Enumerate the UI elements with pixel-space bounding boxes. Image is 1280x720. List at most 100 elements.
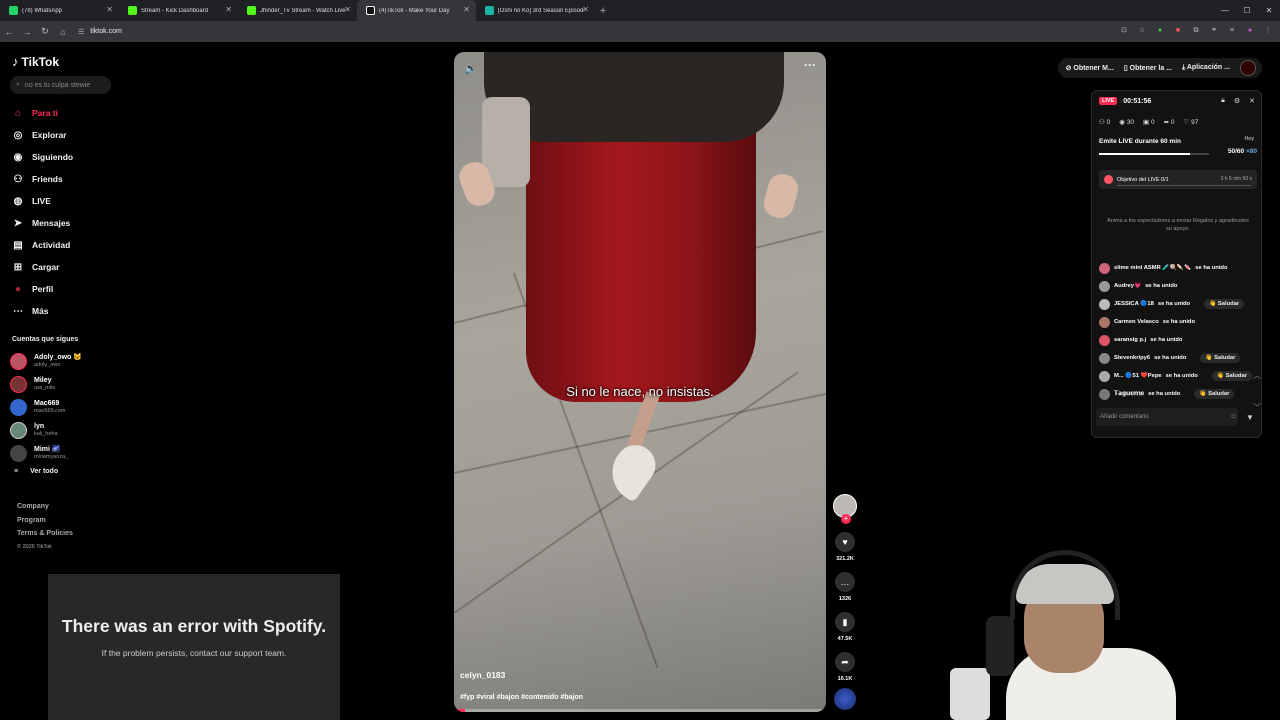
comment-input[interactable]: Añadir comentario bbox=[1096, 408, 1238, 426]
like-button[interactable]: ♥ 321.2K bbox=[833, 532, 857, 562]
close-icon[interactable]: ✕ bbox=[463, 5, 470, 14]
sidebar-item-mas[interactable]: ⋯ Más bbox=[10, 300, 120, 322]
account-item[interactable]: lyn kali_heha bbox=[10, 419, 82, 442]
footer-link-program[interactable]: Program bbox=[17, 514, 73, 528]
shield-extension-icon[interactable]: ● bbox=[1154, 25, 1166, 37]
creator-avatar[interactable]: + bbox=[833, 494, 857, 524]
logo-text: TikTok bbox=[21, 54, 60, 69]
profile-avatar-icon[interactable]: ● bbox=[1244, 25, 1256, 37]
url-field[interactable]: ☰ tiktok.com bbox=[78, 28, 122, 36]
tab-jhinder-stream[interactable]: Jhinder_Tv Stream - Watch Live ✕ bbox=[238, 0, 357, 21]
close-icon[interactable]: ✕ bbox=[1249, 97, 1255, 105]
goal-progress-text: 50/60 bbox=[1227, 148, 1245, 155]
scroll-down-icon[interactable]: ﹀ bbox=[1253, 392, 1261, 424]
scroll-up-icon[interactable]: ︿ bbox=[1253, 360, 1261, 392]
live-timer: 00:51:56 bbox=[1123, 97, 1152, 105]
account-item[interactable]: Mac669 mac669.com bbox=[10, 396, 82, 419]
share-button[interactable]: ➦ 16.1K bbox=[833, 652, 857, 682]
install-icon[interactable]: ⊡ bbox=[1118, 25, 1130, 37]
user-avatar[interactable] bbox=[1240, 60, 1256, 76]
share-count: 16.1K bbox=[837, 676, 853, 682]
home-icon: ⌂ bbox=[14, 107, 22, 119]
minimize-icon[interactable]: — bbox=[1214, 0, 1236, 21]
reload-icon[interactable]: ↻ bbox=[36, 26, 54, 37]
more-options-icon[interactable]: ··· bbox=[804, 58, 816, 72]
record-extension-icon[interactable]: ■ bbox=[1172, 25, 1184, 37]
account-item[interactable]: Miley uwi_mile bbox=[10, 373, 82, 396]
account-handle: uwi_mile bbox=[34, 385, 56, 391]
close-icon[interactable]: ✕ bbox=[582, 5, 589, 14]
close-icon[interactable]: ✕ bbox=[344, 5, 351, 14]
close-icon[interactable]: ✕ bbox=[106, 5, 113, 14]
mic-stand bbox=[950, 668, 990, 720]
search-icon: ⌕ bbox=[16, 81, 20, 88]
sidebar-item-mensajes[interactable]: ➤ Mensajes bbox=[10, 212, 120, 234]
video-hashtags[interactable]: #fyp #viral #bajon #contenido #bajon bbox=[460, 694, 583, 701]
url-text: tiktok.com bbox=[90, 28, 122, 35]
greet-button[interactable]: 👋 Saludar bbox=[1200, 353, 1241, 363]
save-button[interactable]: ▮ 47.5K bbox=[833, 612, 857, 642]
join-name: Audrey💗 bbox=[1114, 283, 1142, 289]
footer-link-terms[interactable]: Terms & Policies bbox=[17, 527, 73, 541]
sidebar-item-label: Actividad bbox=[32, 240, 71, 250]
video-player[interactable]: Si no le nace, no insistas. 🔈 ··· celyn_… bbox=[454, 52, 826, 712]
tab-kick-dashboard[interactable]: Stream - Kick Dashboard ✕ bbox=[119, 0, 238, 21]
search-input[interactable]: ⌕ no es tu culpa stewie bbox=[10, 76, 111, 94]
avatar bbox=[1099, 388, 1110, 400]
new-tab-button[interactable]: + bbox=[595, 5, 611, 17]
whatsapp-icon bbox=[9, 6, 18, 15]
avatar bbox=[10, 422, 27, 439]
forward-icon[interactable]: → bbox=[18, 27, 36, 37]
sidebar-item-explorar[interactable]: ◎ Explorar bbox=[10, 124, 120, 146]
follow-plus-icon[interactable]: + bbox=[841, 514, 851, 524]
sidebar-item-siguiendo[interactable]: ◉ Siguiendo bbox=[10, 146, 120, 168]
sidebar-item-para-ti[interactable]: ⌂ Para ti bbox=[10, 102, 120, 124]
see-all-button[interactable]: ≡ Ver todo bbox=[14, 468, 58, 475]
sidebar-item-friends[interactable]: ⚇ Friends bbox=[10, 168, 120, 190]
greet-button[interactable]: 👋 Saludar bbox=[1211, 371, 1252, 381]
video-actions: + ♥ 321.2K … 1326 ▮ 47.5K ➦ 16.1K bbox=[833, 494, 857, 710]
join-name: Stevenkripy6 bbox=[1114, 355, 1151, 361]
comment-button[interactable]: … 1326 bbox=[833, 572, 857, 602]
get-app-button[interactable]: ▯ Obtener la ... bbox=[1124, 64, 1172, 72]
maximize-icon[interactable]: ☐ bbox=[1236, 0, 1258, 21]
get-coins-button[interactable]: ⊘ Obtener M... bbox=[1066, 64, 1114, 72]
sidebar-item-perfil[interactable]: ● Perfil bbox=[10, 278, 120, 300]
streaming-site-icon bbox=[485, 6, 494, 15]
bookmark-star-icon[interactable]: ☆ bbox=[1136, 25, 1148, 37]
tab-tiktok[interactable]: (4)TikTok - Make Your Day ✕ bbox=[357, 0, 476, 21]
sidebar-item-live[interactable]: ◍ LIVE bbox=[10, 190, 120, 212]
video-progress-bar[interactable] bbox=[454, 709, 826, 712]
music-disc-icon[interactable] bbox=[834, 688, 856, 710]
video-author[interactable]: celyn_0183 bbox=[460, 670, 505, 680]
sidebar-item-cargar[interactable]: ⊞ Cargar bbox=[10, 256, 120, 278]
link-icon[interactable]: ⚭ bbox=[1208, 25, 1220, 37]
close-window-icon[interactable]: ✕ bbox=[1258, 0, 1280, 21]
account-item[interactable]: Adoly_owo 🐱 adoly_owo bbox=[10, 350, 82, 373]
kick-icon bbox=[128, 6, 137, 15]
back-icon[interactable]: ← bbox=[0, 27, 18, 37]
volume-icon[interactable]: 🔈 bbox=[464, 62, 478, 75]
kebab-menu-icon[interactable]: ⋮ bbox=[1262, 25, 1274, 37]
tab-oshi-no-ko[interactable]: [Oshi no Ko] 3rd Season Episode ✕ bbox=[476, 0, 595, 21]
desktop-app-button[interactable]: ⤓ Aplicación ... bbox=[1182, 64, 1230, 72]
greet-button[interactable]: 👋 Saludar bbox=[1194, 389, 1235, 399]
account-name: Mimi 🌌 bbox=[34, 446, 61, 453]
home-icon[interactable]: ⌂ bbox=[54, 27, 72, 37]
sidebar-item-actividad[interactable]: ▤ Actividad bbox=[10, 234, 120, 256]
menu-extension-icon[interactable]: ≡ bbox=[1226, 25, 1238, 37]
join-name: 𝕋𝕒𝕘𝕦𝕖𝕞𝕖 bbox=[1114, 391, 1145, 397]
settings-icon[interactable]: ⚙︎ bbox=[1234, 97, 1240, 105]
site-settings-icon[interactable]: ☰ bbox=[78, 28, 84, 36]
puzzle-icon[interactable]: ⧉ bbox=[1190, 25, 1202, 37]
tiktok-logo[interactable]: ♪ TikTok bbox=[12, 54, 59, 69]
emoji-icon[interactable]: ☺ bbox=[1230, 413, 1237, 420]
close-icon[interactable]: ✕ bbox=[225, 5, 232, 14]
footer-link-company[interactable]: Company bbox=[17, 500, 73, 514]
greet-button[interactable]: 👋 Saludar bbox=[1204, 299, 1245, 309]
account-item[interactable]: Mimi 🌌 miriamyanza_ bbox=[10, 442, 82, 465]
tab-whatsapp[interactable]: (78) WhatsApp ✕ bbox=[0, 0, 119, 21]
lock-icon[interactable]: 🔒︎ bbox=[1221, 97, 1225, 105]
live-objective[interactable]: Objetivo del LIVE 0/1 3 h 6 min 50 s bbox=[1099, 170, 1257, 189]
live-header: LIVE 00:51:56 bbox=[1099, 97, 1151, 105]
